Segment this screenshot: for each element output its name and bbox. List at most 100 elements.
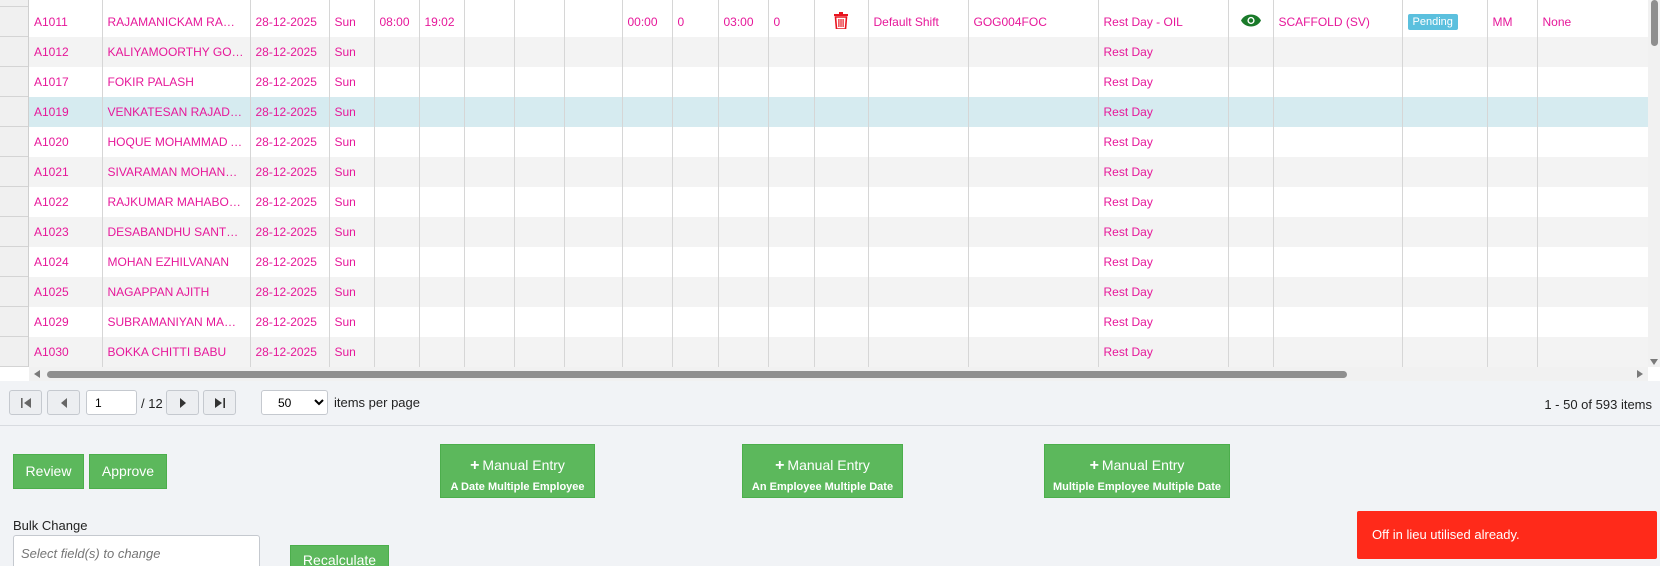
cell-employee-name: SUBRAMANIYAN MARIAPPAN <box>102 307 251 337</box>
scroll-down-arrow[interactable] <box>1650 359 1658 365</box>
table-row[interactable]: A1017 FOKIR PALASH 28-12-2025 Sun Rest Day <box>29 67 1649 97</box>
cell-day: Sun <box>329 187 375 217</box>
table-row[interactable]: A1021 SIVARAMAN MOHANRAJ 28-12-2025 Sun Rest… <box>29 157 1649 187</box>
last-page-icon <box>214 397 225 408</box>
cell-rest-day: Rest Day <box>1098 247 1229 277</box>
attendance-grid: A1011 RAJAMANICKAM RAMASAMY 28-12-2025 S… <box>0 0 1660 381</box>
first-page-icon <box>20 397 31 408</box>
cell-day: Sun <box>329 67 375 97</box>
cell-rest-day: Rest Day <box>1098 187 1229 217</box>
table-row[interactable]: A1011 RAJAMANICKAM RAMASAMY 28-12-2025 S… <box>29 7 1649 37</box>
cell-count-1: 0 <box>672 7 719 37</box>
cell-day: Sun <box>329 7 375 37</box>
cell-employee-name: MOHAN EZHILVANAN <box>102 247 251 277</box>
status-badge: Pending <box>1407 14 1458 30</box>
last-page-button[interactable] <box>203 390 236 415</box>
cell-count-2: 0 <box>768 7 815 37</box>
table-row[interactable]: A1023 DESABANDHU SANTHOSH 28-12-2025 Sun Res… <box>29 217 1649 247</box>
cell-employee-id[interactable]: A1022 <box>29 187 103 217</box>
page-size-select[interactable]: 50 <box>261 390 328 415</box>
cell-employee-name: VENKATESAN RAJADURAI <box>102 97 251 127</box>
manual-entry-date-multiple-employee-button[interactable]: + Manual Entry A Date Multiple Employee <box>440 444 595 498</box>
cell-rest-day: Rest Day <box>1098 127 1229 157</box>
cell-day: Sun <box>329 127 375 157</box>
error-toast[interactable]: Off in lieu utilised already. <box>1357 511 1657 559</box>
cell-employee-name: HOQUE MOHAMMAD ANWARUL <box>102 127 251 157</box>
plus-icon: + <box>775 456 785 474</box>
cell-employee-id[interactable]: A1017 <box>29 67 103 97</box>
cell-employee-id[interactable]: A1029 <box>29 307 103 337</box>
plus-icon: + <box>1089 456 1099 474</box>
cell-day: Sun <box>329 157 375 187</box>
first-page-button[interactable] <box>9 390 42 415</box>
cell-employee-name: SIVARAMAN MOHANRAJ <box>102 157 251 187</box>
cell-rest-day: Rest Day <box>1098 97 1229 127</box>
next-page-button[interactable] <box>166 390 199 415</box>
cell-employee-name: RAJAMANICKAM RAMASAMY <box>102 7 251 37</box>
cell-employee-name: NAGAPPAN AJITH <box>102 277 251 307</box>
cell-employee-name: BOKKA CHITTI BABU <box>102 337 251 367</box>
pager-range-info: 1 - 50 of 593 items <box>1544 397 1652 412</box>
cell-date: 28-12-2025 <box>250 307 330 337</box>
manual-entry-employee-multiple-date-button[interactable]: + Manual Entry An Employee Multiple Date <box>742 444 903 498</box>
cell-date: 28-12-2025 <box>250 7 330 37</box>
table-row[interactable]: A1025 NAGAPPAN AJITH 28-12-2025 Sun Rest Day <box>29 277 1649 307</box>
cell-employee-id[interactable]: A1025 <box>29 277 103 307</box>
cell-date: 28-12-2025 <box>250 157 330 187</box>
approve-button[interactable]: Approve <box>89 454 167 489</box>
bulk-change-label: Bulk Change <box>13 518 88 533</box>
cell-rest-day: Rest Day <box>1098 37 1229 67</box>
review-button[interactable]: Review <box>13 454 84 489</box>
cell-out-time: 19:02 <box>419 7 465 37</box>
horizontal-scrollbar[interactable] <box>29 367 1648 381</box>
table-row[interactable]: A1024 MOHAN EZHILVANAN 28-12-2025 Sun Rest D… <box>29 247 1649 277</box>
scroll-left-arrow[interactable] <box>34 370 40 378</box>
cell-hours-1: 00:00 <box>622 7 673 37</box>
table-row[interactable]: A1029SUBRAMANIYAN MARIAPPAN28-12-2025Sun… <box>29 307 1649 337</box>
cell-employee-id[interactable]: A1030 <box>29 337 103 367</box>
recalculate-button[interactable]: Recalculate <box>290 545 389 566</box>
scroll-right-arrow[interactable] <box>1637 370 1643 378</box>
cell-date: 28-12-2025 <box>250 187 330 217</box>
cell-rest-day: Rest Day - OIL <box>1098 7 1229 37</box>
cell-day: Sun <box>329 247 375 277</box>
manual-entry-multiple-employee-multiple-date-button[interactable]: + Manual Entry Multiple Employee Multiple… <box>1044 444 1230 498</box>
attendance-table: A1011 RAJAMANICKAM RAMASAMY 28-12-2025 S… <box>29 0 1649 367</box>
table-row[interactable]: A1012KALIYAMOORTHY GOVINDARAJ28-12-2025S… <box>29 37 1649 67</box>
previous-page-button[interactable] <box>47 390 80 415</box>
cell-employee-id[interactable]: A1012 <box>29 37 103 67</box>
vertical-scroll-thumb[interactable] <box>1651 0 1658 46</box>
cell-employee-id[interactable]: A1021 <box>29 157 103 187</box>
total-pages-label: / 12 <box>141 396 163 411</box>
cell-employee-id[interactable]: A1019 <box>29 97 103 127</box>
delete-button[interactable] <box>814 7 869 37</box>
cell-hours-2: 03:00 <box>718 7 769 37</box>
vertical-scrollbar[interactable] <box>1648 0 1660 367</box>
cell-rest-day: Rest Day <box>1098 277 1229 307</box>
cell-date: 28-12-2025 <box>250 97 330 127</box>
eye-icon <box>1240 14 1261 27</box>
cell-employee-name: KALIYAMOORTHY GOVINDARAJ <box>102 37 251 67</box>
cell-employee-id[interactable]: A1011 <box>29 7 103 37</box>
page-number-input[interactable] <box>86 390 137 415</box>
cell-employee-name: DESABANDHU SANTHOSH <box>102 217 251 247</box>
trash-icon <box>834 12 848 30</box>
cell-day: Sun <box>329 217 375 247</box>
cell-employee-name: FOKIR PALASH <box>102 67 251 97</box>
cell-employee-id[interactable]: A1024 <box>29 247 103 277</box>
cell-employee-id[interactable]: A1023 <box>29 217 103 247</box>
view-button[interactable] <box>1228 7 1274 37</box>
cell-employee-id[interactable]: A1020 <box>29 127 103 157</box>
table-row[interactable]: A1020HOQUE MOHAMMAD ANWARUL28-12-2025Sun… <box>29 127 1649 157</box>
bulk-change-field-input[interactable] <box>13 535 260 566</box>
table-row[interactable]: A1022 RAJKUMAR MAHABOOB 28-12-2025 Sun Rest … <box>29 187 1649 217</box>
cell-date: 28-12-2025 <box>250 337 330 367</box>
cell-date: 28-12-2025 <box>250 127 330 157</box>
table-row[interactable]: A1030 BOKKA CHITTI BABU 28-12-2025 Sun Rest … <box>29 337 1649 367</box>
table-row[interactable]: A1019 VENKATESAN RAJADURAI 28-12-2025 Sun Re… <box>29 97 1649 127</box>
cell-date: 28-12-2025 <box>250 277 330 307</box>
horizontal-scroll-thumb[interactable] <box>47 371 1347 378</box>
cell-rest-day: Rest Day <box>1098 67 1229 97</box>
toast-message: Off in lieu utilised already. <box>1372 527 1520 542</box>
cell-day: Sun <box>329 37 375 67</box>
